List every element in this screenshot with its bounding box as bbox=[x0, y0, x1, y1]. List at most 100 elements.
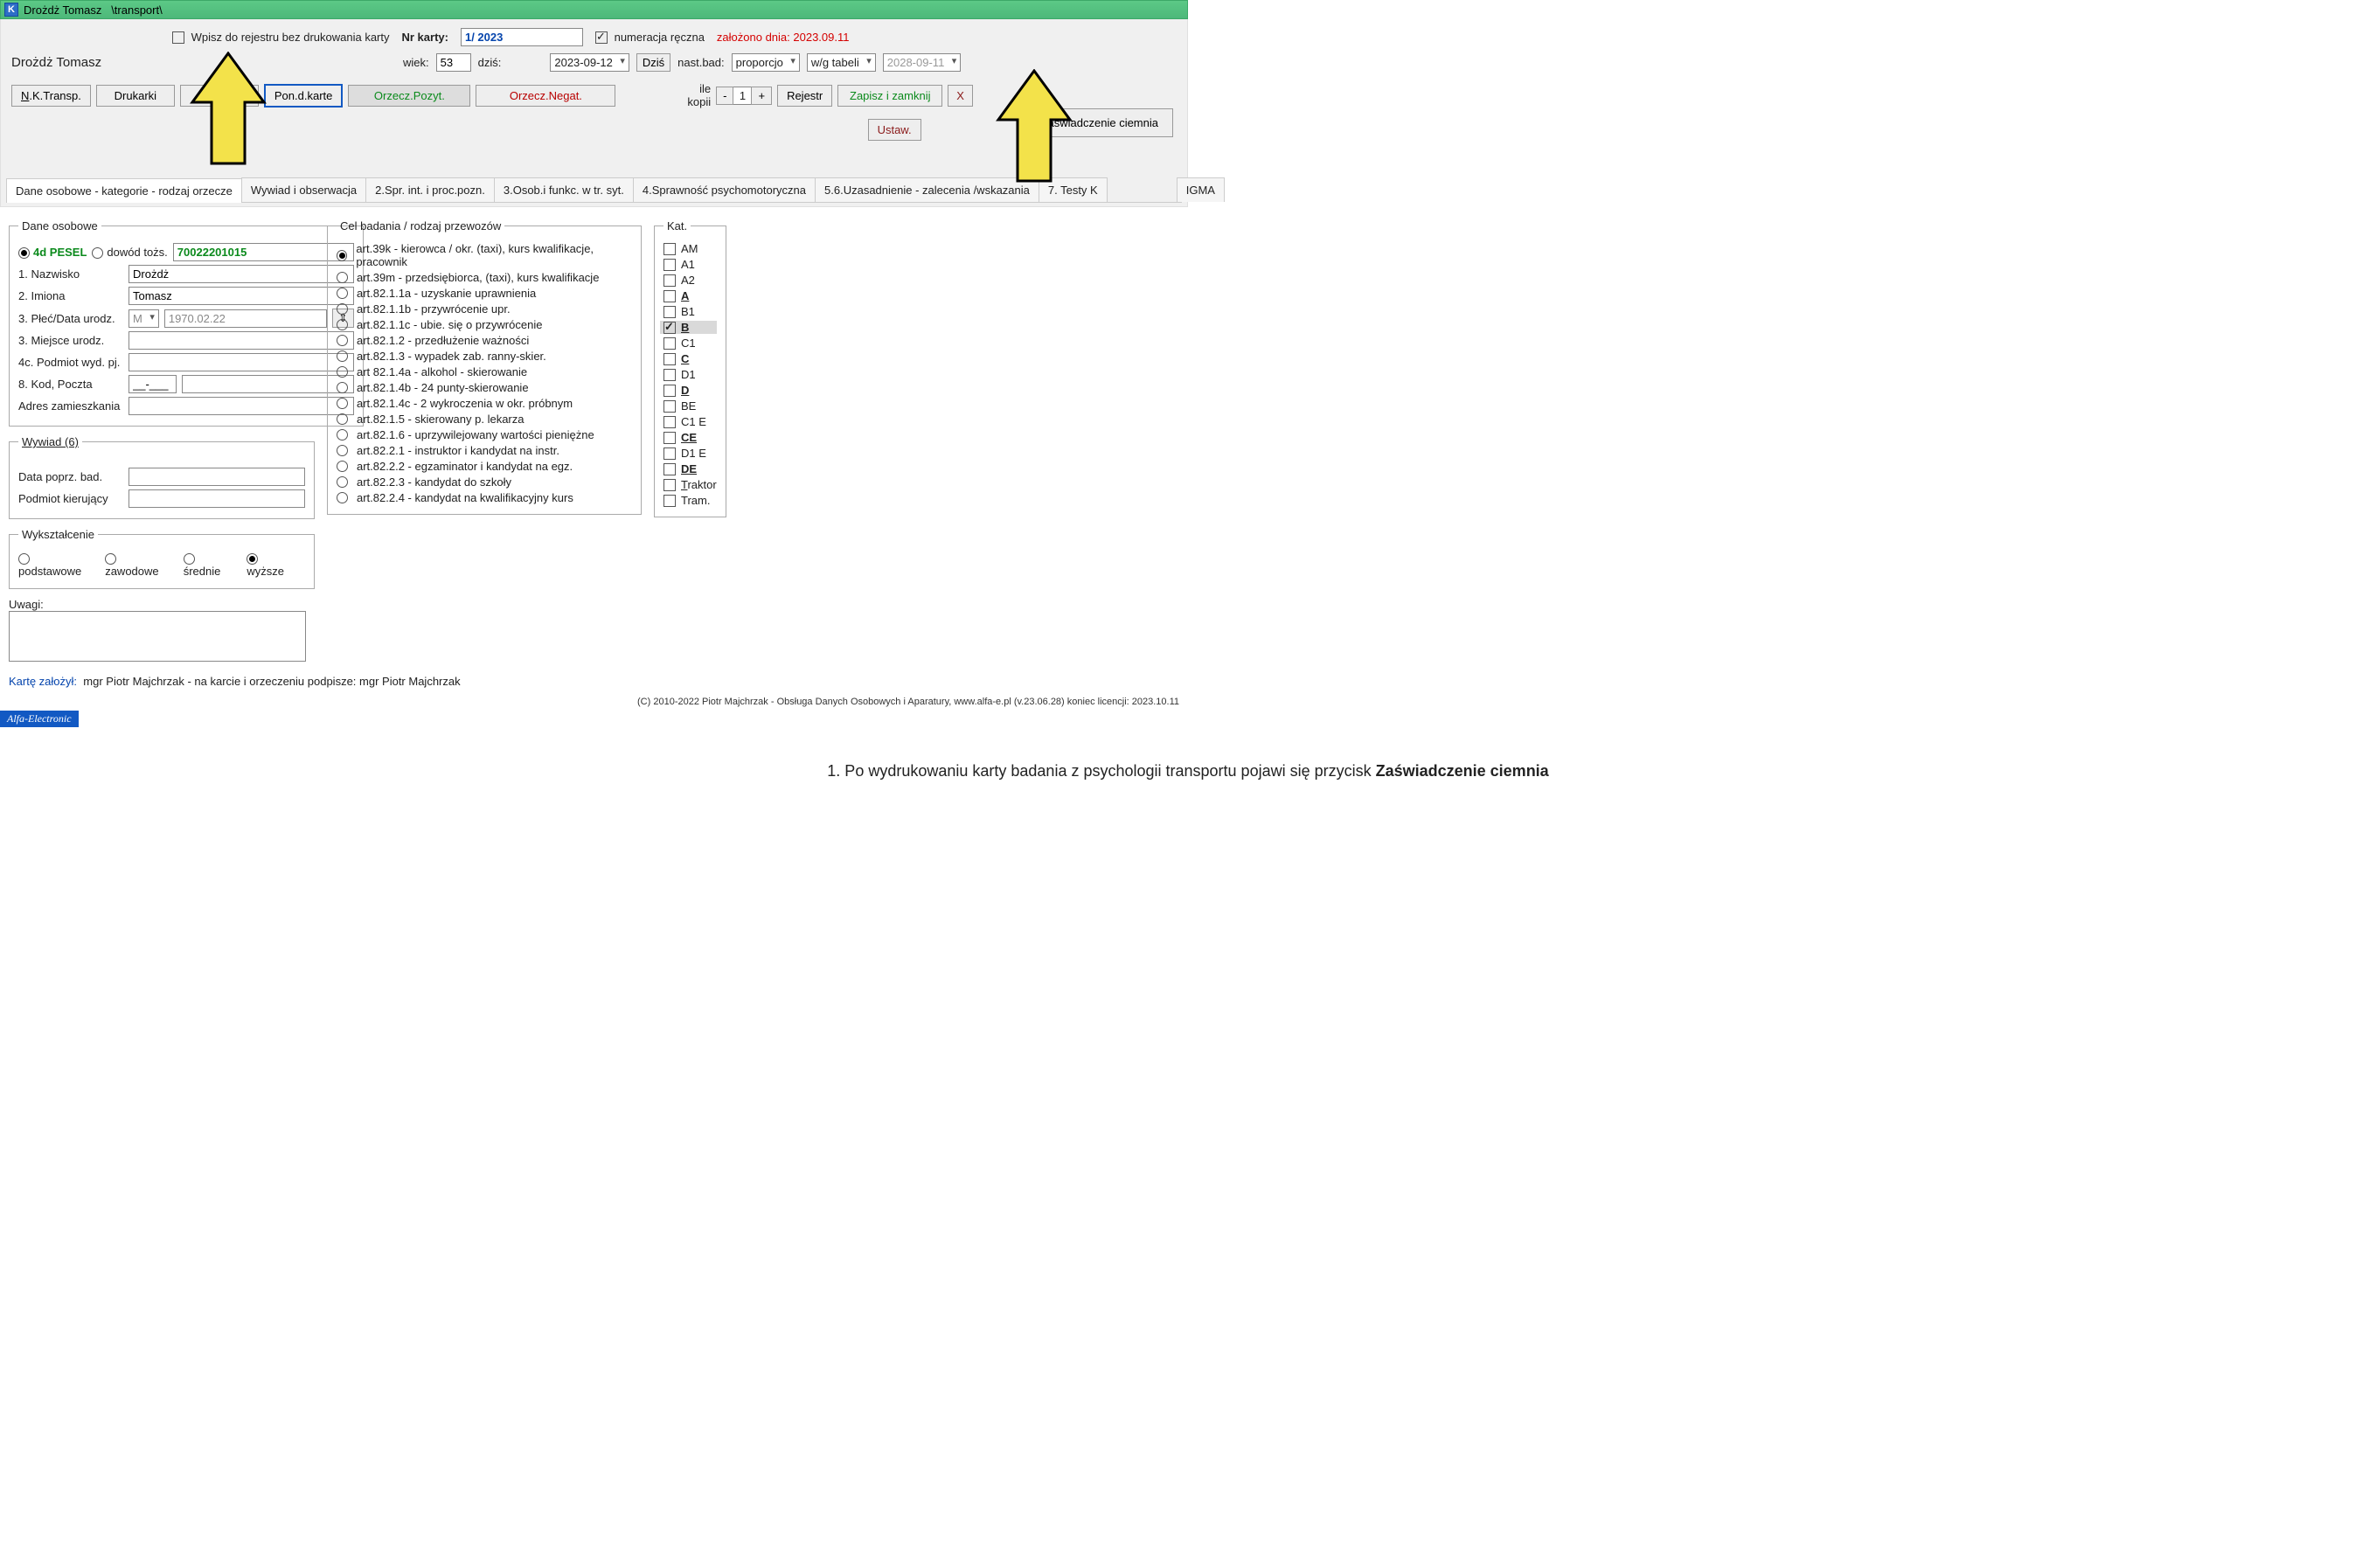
close-button[interactable]: X bbox=[948, 85, 973, 107]
category-checkbox-D1 E[interactable]: D1 E bbox=[663, 447, 717, 460]
table-select[interactable]: w/g tabeli bbox=[807, 53, 876, 72]
surname-input[interactable] bbox=[129, 265, 354, 283]
purpose-radio[interactable]: art.82.2.3 - kandydat do szkoły bbox=[337, 475, 632, 489]
purpose-radio[interactable]: art.82.2.2 - egzaminator i kandydat na e… bbox=[337, 460, 632, 473]
app-icon: K bbox=[4, 3, 18, 17]
wywiad-fieldset: Wywiad (6) Data poprz. bad. Podmiot kier… bbox=[9, 435, 315, 519]
postcode-input[interactable] bbox=[129, 375, 177, 393]
tab-personal[interactable]: Dane osobowe - kategorie - rodzaj orzecz… bbox=[6, 178, 242, 203]
purpose-radio[interactable]: art.39k - kierowca / okr. (taxi), kurs k… bbox=[337, 242, 632, 268]
names-input[interactable] bbox=[129, 287, 354, 305]
radio-icon bbox=[337, 413, 348, 425]
purpose-radio[interactable]: art.82.1.1b - przywrócenie upr. bbox=[337, 302, 632, 316]
edu-radio-zawodowe[interactable]: zawodowe bbox=[105, 552, 170, 578]
tab-testy-k[interactable]: 7. Testy K bbox=[1039, 177, 1108, 202]
reg-checkbox[interactable]: Wpisz do rejestru bez drukowania karty bbox=[172, 31, 390, 45]
nk-transp-button[interactable]: NN.K.Transp..K.Transp. bbox=[11, 85, 91, 107]
radio-icon bbox=[337, 398, 348, 409]
category-checkbox-Tram.[interactable]: Tram. bbox=[663, 494, 717, 507]
purpose-radio[interactable]: art.82.1.3 - wypadek zab. ranny-skier. bbox=[337, 350, 632, 363]
dob-input[interactable] bbox=[164, 309, 327, 328]
referrer-input[interactable] bbox=[129, 489, 305, 508]
orzecz-pozyt-button[interactable]: Orzecz.Pozyt. bbox=[348, 85, 470, 107]
radio-icon bbox=[18, 553, 30, 565]
next-date-select[interactable]: 2028-09-11 bbox=[883, 53, 962, 72]
today-button[interactable]: Dziś bbox=[636, 53, 670, 72]
address-input[interactable] bbox=[129, 397, 354, 415]
purpose-radio[interactable]: art.82.2.4 - kandydat na kwalifikacyjny … bbox=[337, 491, 632, 504]
purpose-radio[interactable]: art.39m - przedsiębiorca, (taxi), kurs k… bbox=[337, 271, 632, 284]
purpose-radio[interactable]: art 82.1.4a - alkohol - skierowanie bbox=[337, 365, 632, 378]
pon-karte-button[interactable]: Pon.d.karte bbox=[264, 84, 344, 108]
nr-karty-label: Nr karty: bbox=[402, 31, 448, 44]
category-checkbox-D1[interactable]: D1 bbox=[663, 368, 717, 381]
tab-uzasadnienie[interactable]: 5.6.Uzasadnienie - zalecenia /wskazania bbox=[815, 177, 1039, 202]
purpose-radio[interactable]: art.82.1.1a - uzyskanie uprawnienia bbox=[337, 287, 632, 300]
category-checkbox-D[interactable]: D bbox=[663, 384, 717, 397]
checkbox-icon bbox=[663, 290, 676, 302]
edu-radio-średnie[interactable]: średnie bbox=[184, 552, 233, 578]
oswiad-button[interactable]: Oświad. bbox=[180, 85, 259, 107]
education-fieldset: Wykształcenie podstawowe zawodowe średni… bbox=[9, 528, 315, 589]
checkbox-icon bbox=[663, 432, 676, 444]
checkbox-icon bbox=[663, 322, 676, 334]
manual-checkbox[interactable]: numeracja ręczna bbox=[595, 31, 705, 45]
edu-radio-podstawowe[interactable]: podstawowe bbox=[18, 552, 91, 578]
person-name: Drożdż Tomasz bbox=[11, 55, 396, 70]
purpose-radio[interactable]: art.82.2.1 - instruktor i kandydat na in… bbox=[337, 444, 632, 457]
category-checkbox-C1 E[interactable]: C1 E bbox=[663, 415, 717, 428]
pesel-radio[interactable]: 4d PESEL bbox=[18, 246, 87, 259]
nr-karty-input[interactable] bbox=[461, 28, 583, 46]
save-close-button[interactable]: Zapisz i zamknij bbox=[837, 85, 942, 107]
category-checkbox-A1[interactable]: A1 bbox=[663, 258, 717, 271]
category-checkbox-CE[interactable]: CE bbox=[663, 431, 717, 444]
copies-value[interactable]: 1 bbox=[733, 87, 751, 105]
category-checkbox-DE[interactable]: DE bbox=[663, 462, 717, 475]
checkbox-icon bbox=[663, 306, 676, 318]
category-checkbox-Traktor[interactable]: Traktor bbox=[663, 478, 717, 491]
radio-icon bbox=[337, 492, 348, 503]
prev-exam-date-input[interactable] bbox=[129, 468, 305, 486]
radio-icon bbox=[337, 303, 348, 315]
sex-select[interactable]: M bbox=[129, 309, 159, 328]
category-checkbox-C1[interactable]: C1 bbox=[663, 336, 717, 350]
drukarki-button[interactable]: Drukarki bbox=[96, 85, 175, 107]
tab-sprawnosc[interactable]: 4.Sprawność psychomotoryczna bbox=[633, 177, 816, 202]
purpose-radio[interactable]: art.82.1.1c - ubie. się o przywrócenie bbox=[337, 318, 632, 331]
category-checkbox-A2[interactable]: A2 bbox=[663, 274, 717, 287]
orzecz-negat-button[interactable]: Orzecz.Negat. bbox=[476, 85, 615, 107]
purpose-radio[interactable]: art.82.1.2 - przedłużenie ważności bbox=[337, 334, 632, 347]
purpose-radio[interactable]: art.82.1.5 - skierowany p. lekarza bbox=[337, 413, 632, 426]
edu-radio-wyższe[interactable]: wyższe bbox=[247, 552, 296, 578]
category-checkbox-C[interactable]: C bbox=[663, 352, 717, 365]
category-checkbox-AM[interactable]: AM bbox=[663, 242, 717, 255]
age-input[interactable] bbox=[436, 53, 471, 72]
category-checkbox-B1[interactable]: B1 bbox=[663, 305, 717, 318]
category-checkbox-BE[interactable]: BE bbox=[663, 399, 717, 413]
copies-minus[interactable]: - bbox=[716, 87, 733, 105]
checkbox-icon bbox=[663, 369, 676, 381]
category-checkbox-A[interactable]: A bbox=[663, 289, 717, 302]
copyright: (C) 2010-2022 Piotr Majchrzak - Obsługa … bbox=[0, 693, 1188, 711]
category-checkbox-B[interactable]: B bbox=[660, 321, 717, 334]
issuer-input[interactable] bbox=[129, 353, 354, 371]
birthplace-input[interactable] bbox=[129, 331, 354, 350]
purpose-radio[interactable]: art.82.1.6 - uprzywilejowany wartości pi… bbox=[337, 428, 632, 441]
purpose-radio[interactable]: art.82.1.4b - 24 punty-skierowanie bbox=[337, 381, 632, 394]
tab-wywiad[interactable]: Wywiad i obserwacja bbox=[241, 177, 366, 202]
rejestr-button[interactable]: Rejestr bbox=[777, 85, 832, 107]
ustaw-button[interactable]: Ustaw. bbox=[868, 119, 921, 141]
title-bar: K Drożdż Tomasz \transport\ bbox=[0, 0, 1188, 19]
remarks-textarea[interactable] bbox=[9, 611, 306, 662]
proportion-select[interactable]: proporcjo bbox=[732, 53, 800, 72]
purpose-radio[interactable]: art.82.1.4c - 2 wykroczenia w okr. próbn… bbox=[337, 397, 632, 410]
remarks-label: Uwagi: bbox=[9, 598, 315, 611]
radio-icon bbox=[337, 461, 348, 472]
id-radio[interactable]: dowód tożs. bbox=[92, 246, 167, 259]
copies-plus[interactable]: + bbox=[751, 87, 772, 105]
zaswiadczenie-button[interactable]: Zaświadczenie ciemnia bbox=[1026, 108, 1173, 137]
date-select[interactable]: 2023-09-12 bbox=[550, 53, 629, 72]
tab-igma[interactable]: IGMA bbox=[1177, 177, 1225, 202]
tab-osob[interactable]: 3.Osob.i funkc. w tr. syt. bbox=[494, 177, 634, 202]
tab-spr-int[interactable]: 2.Spr. int. i proc.pozn. bbox=[365, 177, 495, 202]
